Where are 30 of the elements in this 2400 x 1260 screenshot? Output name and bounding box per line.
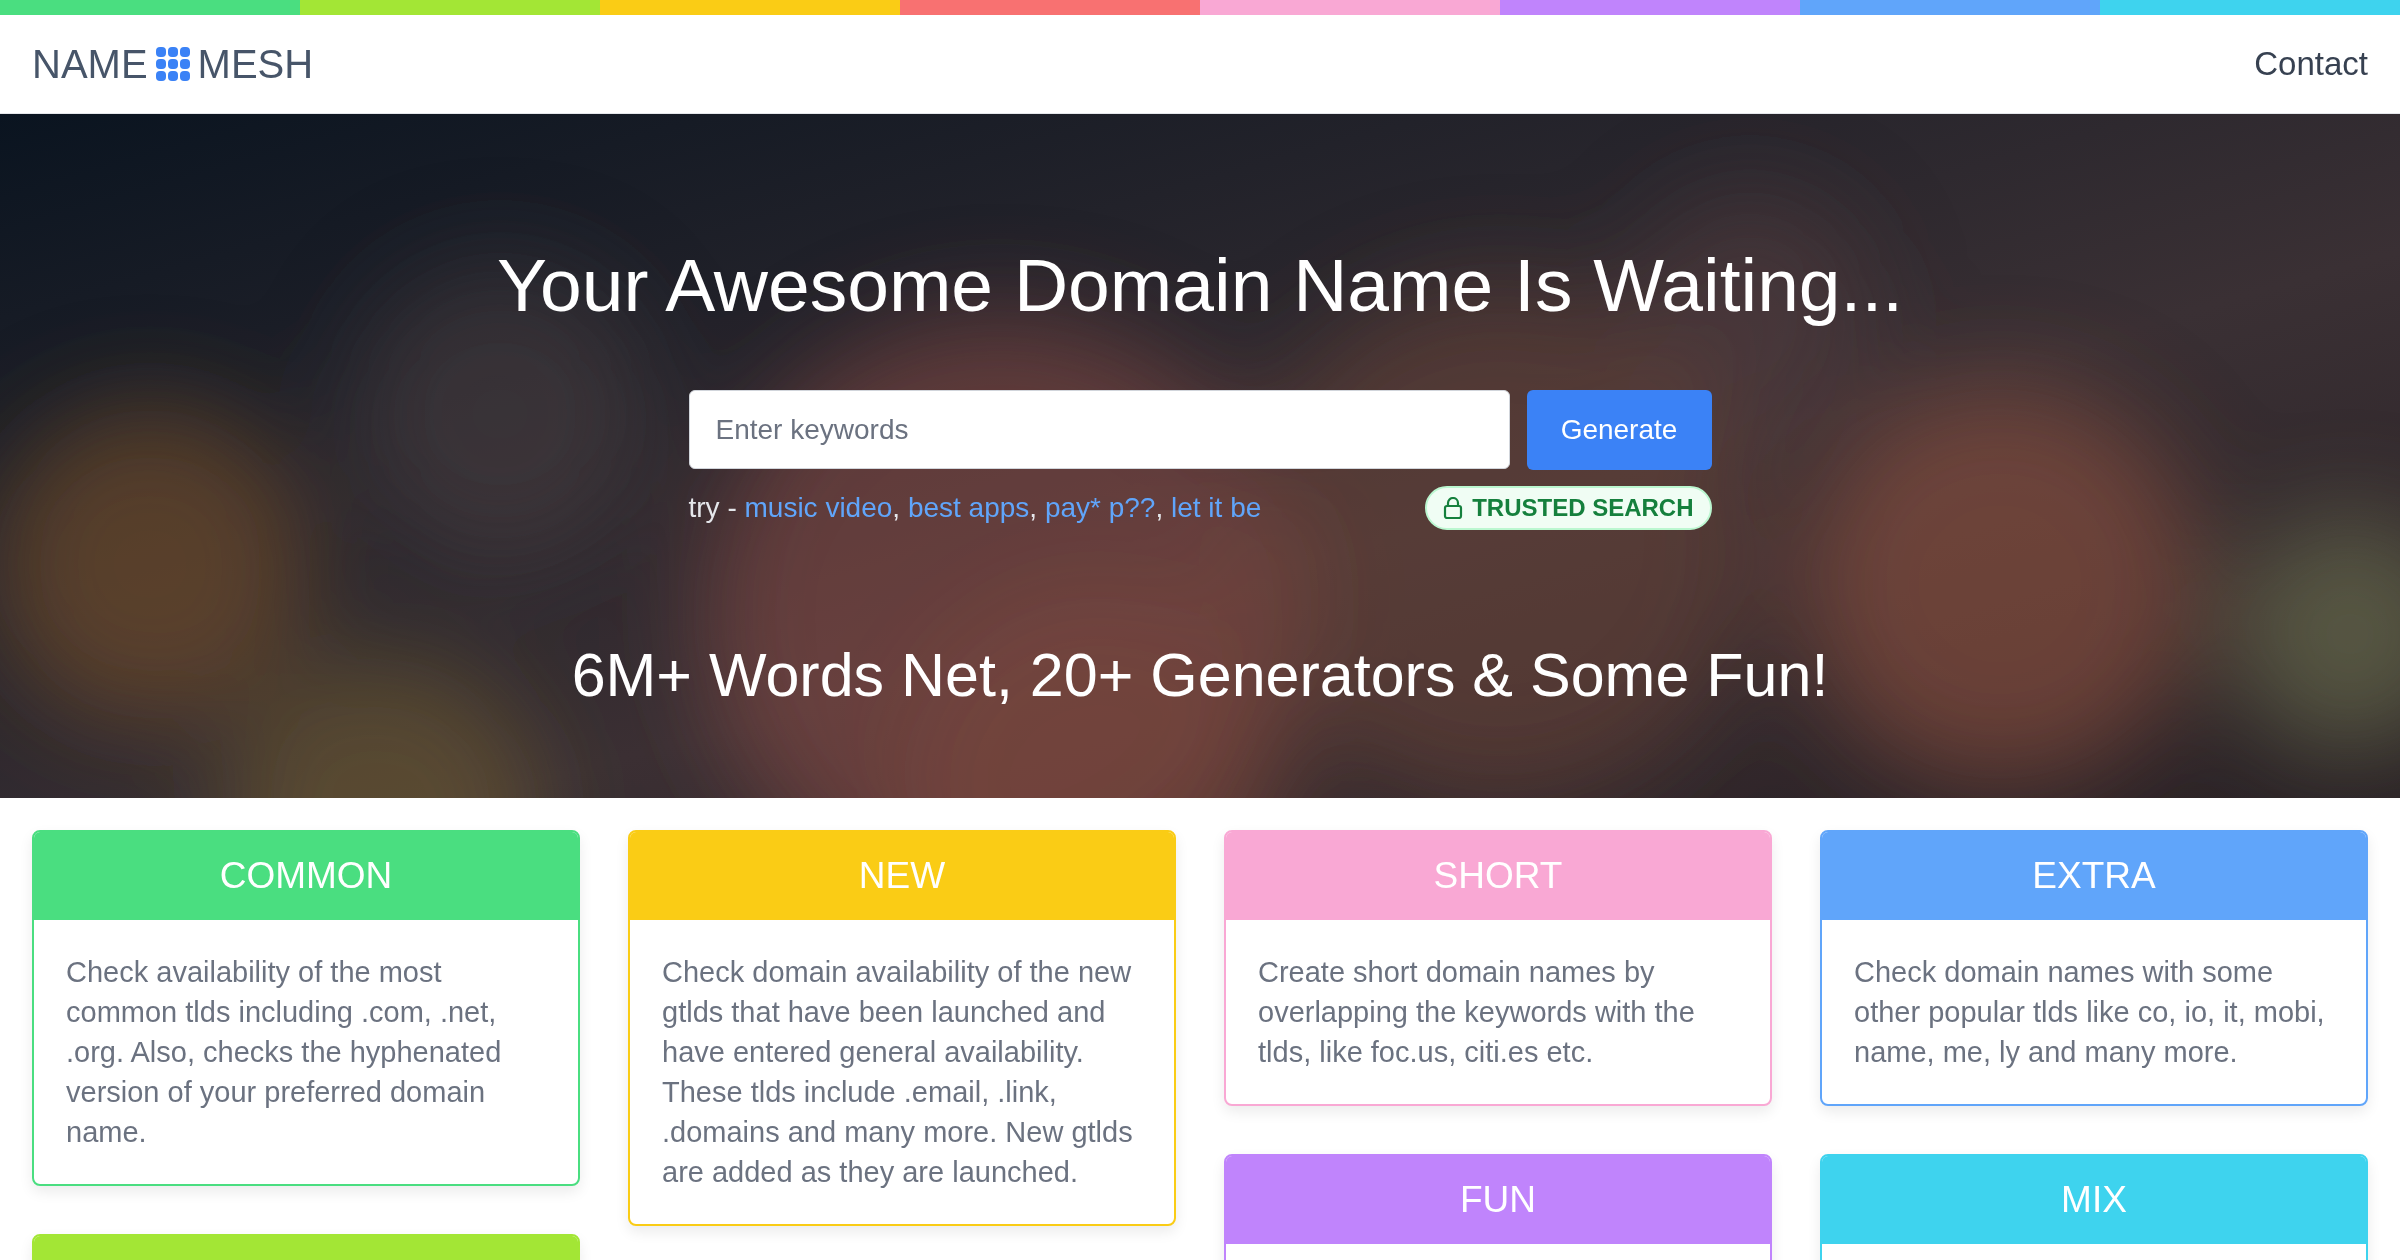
nav-link[interactable]: Contact — [2254, 45, 2368, 83]
category-card[interactable]: COMMON Check availability of the most common tlds including .com, .net, .org. Also, checks the hyphenated version of your preferred domain name. — [32, 830, 580, 1186]
generate-button[interactable]: Generate — [1526, 390, 1712, 470]
card-description: Create short domain names by overlapping the keywords with the tlds, like foc.us, citi.es etc. — [1257, 955, 1696, 1070]
card-title: SHORT — [1433, 855, 1563, 897]
hero-subtitle: 6M+ Words Net, 20+ Generators & Some Fun! — [571, 640, 1829, 710]
logo-text: NAME — [32, 41, 148, 87]
card-title: COMMON — [219, 855, 393, 897]
card-title: MIX — [2061, 1179, 2127, 1221]
example-hint: try - music video, best apps, pay* p??, let it be — [688, 492, 1262, 524]
search-field[interactable]: Enter keywords — [688, 390, 1510, 469]
category-card[interactable]: FUN — [1224, 1154, 1772, 1260]
category-card[interactable] — [628, 830, 1176, 1226]
category-card[interactable]: EXTRA Check domain names with some other popular tlds like co, io, it, mobi, name, me, ly and many more. — [1820, 830, 2368, 1106]
example-link[interactable]: pay* p?? — [1044, 492, 1156, 523]
category-card[interactable]: SHORT Create short domain names by overlapping the keywords with the tlds, like foc.us, citi.es etc. — [1224, 830, 1772, 1106]
lock-icon — [1443, 497, 1464, 519]
card-description: Check domain names with some other popular tlds like co, io, it, mobi, name, me, ly and many more. — [1853, 955, 2326, 1070]
badge-label: TRUSTED SEARCH — [1472, 494, 1694, 522]
example-link[interactable]: music video — [744, 492, 893, 523]
card-title: NEW — [858, 855, 946, 897]
card-description: Check domain availability of the new gtlds that have been launched and have entered general availability. These tlds include .email, .link, .domains and many more. New gtlds are added as they are launched. — [661, 955, 1134, 1190]
hero-title: Your Awesome Domain Name Is Waiting... — [496, 242, 1904, 328]
card-description: Check availability of the most common tlds including .com, .net, .org. Also, checks the hyphenated version of your preferred domain name. — [65, 955, 503, 1150]
card-title: EXTRA — [2032, 855, 2156, 897]
example-link[interactable]: best apps — [907, 492, 1030, 523]
grid-dots-icon — [155, 47, 190, 81]
example-link[interactable]: let it be — [1171, 492, 1262, 523]
card-title: FUN — [1459, 1179, 1536, 1221]
logo-text: MESH — [197, 41, 314, 87]
